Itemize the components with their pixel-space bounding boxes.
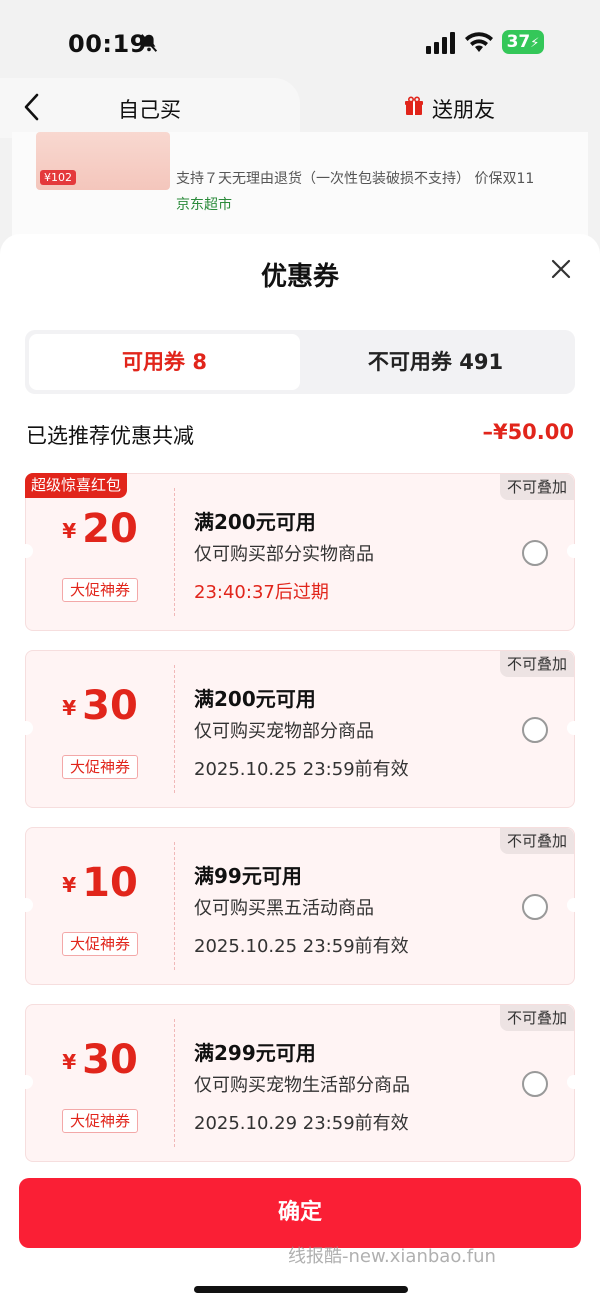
coupon-value: 10 (82, 860, 138, 906)
coupon-scope: 仅可购买黑五活动商品 (194, 898, 374, 919)
coupon-type-tag: 大促神券 (62, 932, 138, 956)
product-card: ¥102 支持７天无理由退货（一次性包装破损不支持） 价保双11 京东超市 (12, 132, 588, 242)
mute-bell-icon (140, 34, 158, 52)
coupon-divider (174, 842, 175, 970)
tab-self-buy-label: 自己买 (118, 98, 181, 122)
coupon-divider (174, 1019, 175, 1147)
coupon-select-radio[interactable] (522, 717, 548, 743)
battery-level: 37 (506, 32, 531, 52)
coupon-expiry: 2025.10.25 23:59前有效 (194, 936, 409, 957)
wifi-icon (465, 32, 493, 52)
coupon-threshold: 满200元可用 (194, 687, 316, 711)
watermark: 线报酷-new.xianbao.fun (288, 1246, 496, 1267)
home-indicator[interactable] (194, 1286, 408, 1293)
coupon-amount: ¥30 (26, 1037, 174, 1083)
coupon-threshold: 满200元可用 (194, 510, 316, 534)
product-shop-name: 京东超市 (176, 197, 232, 213)
tab-self-buy[interactable]: 自己买 (0, 78, 300, 138)
close-icon[interactable] (550, 258, 572, 280)
product-service-text: 支持７天无理由退货（一次性包装破损不支持） 价保双11 (176, 171, 535, 187)
back-arrow-icon[interactable] (20, 92, 44, 122)
product-image-price: ¥102 (40, 170, 76, 185)
tab-available-coupons[interactable]: 可用券 8 (29, 334, 300, 390)
coupon-select-radio[interactable] (522, 540, 548, 566)
battery-icon: 37⚡ (502, 30, 544, 54)
coupon-stack-tag: 不可叠加 (499, 651, 574, 677)
coupon-stack-tag: 不可叠加 (499, 828, 574, 854)
coupon-filter-tabs: 可用券 8 不可用券 491 (25, 330, 575, 394)
coupon-expiry: 2025.10.29 23:59前有效 (194, 1113, 409, 1134)
coupon-currency: ¥ (62, 1050, 77, 1074)
coupon-expiry: 2025.10.25 23:59前有效 (194, 759, 409, 780)
signal-icon (426, 32, 455, 54)
coupon-value: 30 (82, 683, 138, 729)
tab-unavailable-coupons[interactable]: 不可用券 491 (300, 334, 571, 390)
discount-summary-label: 已选推荐优惠共减 (26, 424, 194, 448)
coupon-card[interactable]: 不可叠加 ¥30 大促神券 满200元可用 仅可购买宠物部分商品 2025.10… (19, 650, 581, 808)
coupon-type-tag: 大促神券 (62, 1109, 138, 1133)
coupon-badge: 超级惊喜红包 (25, 473, 128, 498)
coupon-scope: 仅可购买部分实物商品 (194, 544, 374, 565)
discount-summary-value: –¥50.00 (482, 420, 574, 444)
coupon-threshold: 满299元可用 (194, 1041, 316, 1065)
coupon-amount: ¥10 (26, 860, 174, 906)
coupon-stack-tag: 不可叠加 (499, 474, 574, 500)
coupon-select-radio[interactable] (522, 1071, 548, 1097)
purchase-mode-tabs: 自己买 送朋友 (0, 78, 600, 138)
coupon-card[interactable]: 不可叠加 ¥30 大促神券 满299元可用 仅可购买宠物生活部分商品 2025.… (19, 1004, 581, 1162)
coupon-value: 20 (82, 506, 138, 552)
coupon-card[interactable]: 超级惊喜红包 不可叠加 ¥20 大促神券 满200元可用 仅可购买部分实物商品 … (19, 473, 581, 631)
coupon-card[interactable]: 不可叠加 ¥10 大促神券 满99元可用 仅可购买黑五活动商品 2025.10.… (19, 827, 581, 985)
coupon-expiry: 23:40:37后过期 (194, 582, 329, 603)
tab-send-friend-label: 送朋友 (432, 98, 495, 122)
confirm-button[interactable]: 确定 (19, 1178, 581, 1248)
status-time: 00:19 (68, 30, 147, 58)
coupon-currency: ¥ (62, 519, 77, 543)
gift-icon (405, 96, 423, 115)
coupon-divider (174, 665, 175, 793)
coupon-amount: ¥20 (26, 506, 174, 552)
coupon-amount: ¥30 (26, 683, 174, 729)
coupon-type-tag: 大促神券 (62, 578, 138, 602)
coupon-scope: 仅可购买宠物生活部分商品 (194, 1075, 410, 1096)
coupon-divider (174, 488, 175, 616)
coupon-scope: 仅可购买宠物部分商品 (194, 721, 374, 742)
coupon-currency: ¥ (62, 696, 77, 720)
coupon-select-radio[interactable] (522, 894, 548, 920)
coupon-value: 30 (82, 1037, 138, 1083)
coupon-sheet: 优惠券 可用券 8 不可用券 491 已选推荐优惠共减 –¥50.00 超级惊喜… (0, 234, 600, 1303)
coupon-currency: ¥ (62, 873, 77, 897)
status-bar: 00:19 37⚡ (0, 28, 600, 64)
product-image: ¥102 (36, 132, 170, 190)
sheet-title: 优惠券 (260, 262, 339, 292)
discount-summary: 已选推荐优惠共减 –¥50.00 (26, 420, 576, 450)
coupon-type-tag: 大促神券 (62, 755, 138, 779)
coupon-threshold: 满99元可用 (194, 864, 302, 888)
coupon-stack-tag: 不可叠加 (499, 1005, 574, 1031)
